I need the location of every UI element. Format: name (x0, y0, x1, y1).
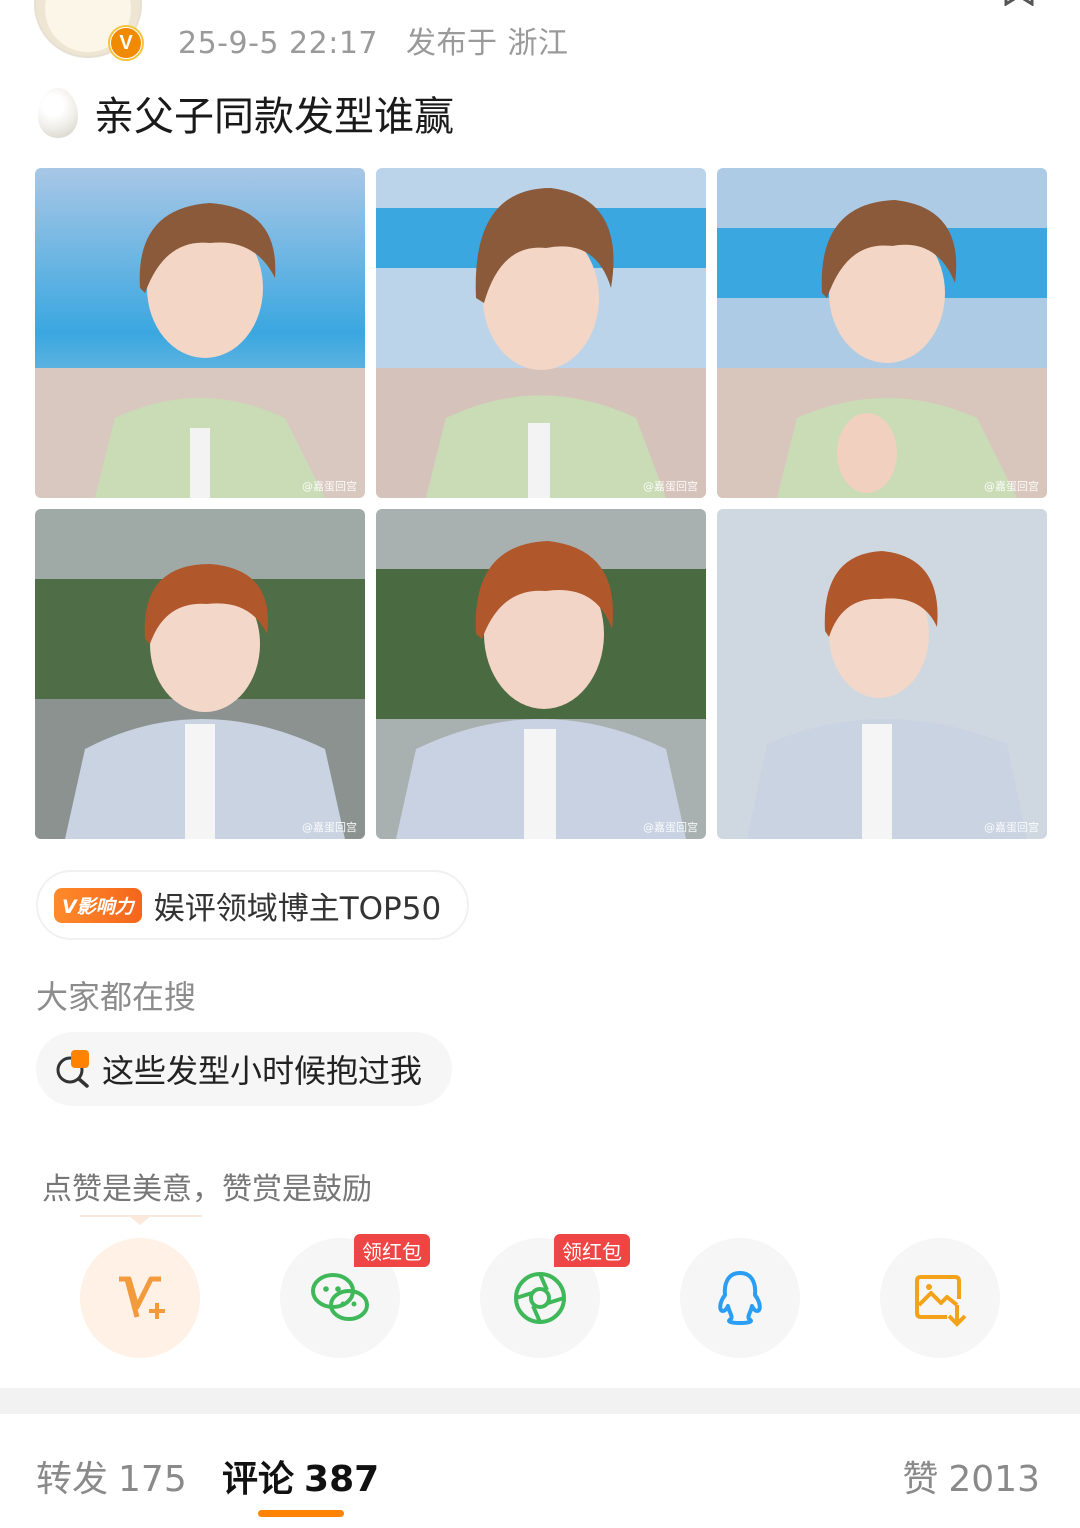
moments-icon (514, 1272, 566, 1324)
post-text-content: 亲父子同款发型谁赢 (94, 94, 454, 140)
trending-search-text: 这些发型小时候抱过我 (102, 1052, 423, 1090)
tab-comment[interactable]: 评论 387 (222, 1450, 379, 1502)
influence-tag[interactable]: V影响力 娱评领域博主TOP50 (36, 870, 470, 940)
trending-search-chip[interactable]: 这些发型小时候抱过我 (36, 1032, 453, 1106)
watermark: @嘉蛋回宫 (302, 821, 357, 834)
photo-5[interactable]: @嘉蛋回宫 (376, 509, 706, 839)
location-prefix: 发布于 (406, 26, 498, 61)
watermark: @嘉蛋回宫 (643, 480, 698, 493)
interaction-tabs: 转发 175 评论 387 赞 2013 (0, 1414, 1080, 1528)
qq-share-button[interactable] (680, 1238, 800, 1358)
red-packet-tag: 领红包 (354, 1234, 430, 1267)
qq-icon (718, 1271, 762, 1325)
post-meta: 25-9-5 22:17 发布于 浙江 (178, 18, 587, 62)
post-date: 25-9-5 22:17 (178, 26, 378, 61)
red-packet-tag: 领红包 (554, 1234, 630, 1267)
trending-search-heading: 大家都在搜 (36, 978, 197, 1016)
photo-3[interactable]: @嘉蛋回宫 (717, 168, 1047, 498)
watermark: @嘉蛋回宫 (302, 480, 357, 493)
tab-comment-label: 评论 (222, 1459, 295, 1500)
photo-4[interactable]: @嘉蛋回宫 (35, 509, 365, 839)
active-tab-indicator (258, 1510, 344, 1517)
moments-share-button[interactable]: 领红包 (480, 1234, 630, 1358)
v-plus-icon (119, 1276, 165, 1319)
influence-text: 娱评领域博主TOP50 (153, 890, 442, 927)
hot-search-icon (56, 1050, 89, 1088)
save-image-icon (915, 1275, 967, 1327)
tab-like-label: 赞 (902, 1459, 939, 1500)
tab-repost[interactable]: 转发 175 (36, 1450, 187, 1502)
tab-repost-count: 175 (118, 1459, 187, 1500)
watermark: @嘉蛋回宫 (643, 821, 698, 834)
section-divider (0, 1388, 1080, 1414)
share-row: 领红包 领红包 (80, 1234, 1080, 1358)
bookmark-icon[interactable] (1002, 0, 1036, 6)
watermark: @嘉蛋回宫 (984, 821, 1039, 834)
photo-2[interactable]: @嘉蛋回宫 (376, 168, 706, 498)
photo-1[interactable]: @嘉蛋回宫 (35, 168, 365, 498)
tab-comment-count: 387 (304, 1459, 380, 1500)
watermark: @嘉蛋回宫 (984, 480, 1039, 493)
tab-like-count: 2013 (948, 1459, 1040, 1500)
tab-like[interactable]: 赞 2013 (902, 1450, 1040, 1502)
reward-caret (128, 1215, 152, 1225)
reward-v-plus-button[interactable] (80, 1238, 200, 1358)
save-image-button[interactable] (880, 1238, 1000, 1358)
image-grid: @嘉蛋回宫 @嘉蛋回宫 @嘉蛋回宫 @嘉蛋回宫 @嘉蛋回宫 @嘉蛋回宫 (35, 168, 1047, 839)
egg-emoji-icon (38, 88, 78, 138)
influence-badge: V影响力 (54, 887, 142, 923)
tab-repost-label: 转发 (36, 1459, 109, 1500)
wechat-icon (311, 1273, 369, 1321)
reward-text: 点赞是美意，赞赏是鼓励 (42, 1172, 372, 1207)
wechat-share-button[interactable]: 领红包 (280, 1234, 430, 1358)
photo-6[interactable]: @嘉蛋回宫 (717, 509, 1047, 839)
post-text: 亲父子同款发型谁赢 (38, 84, 454, 142)
post-location: 浙江 (507, 26, 569, 61)
verified-badge: V (108, 25, 144, 61)
